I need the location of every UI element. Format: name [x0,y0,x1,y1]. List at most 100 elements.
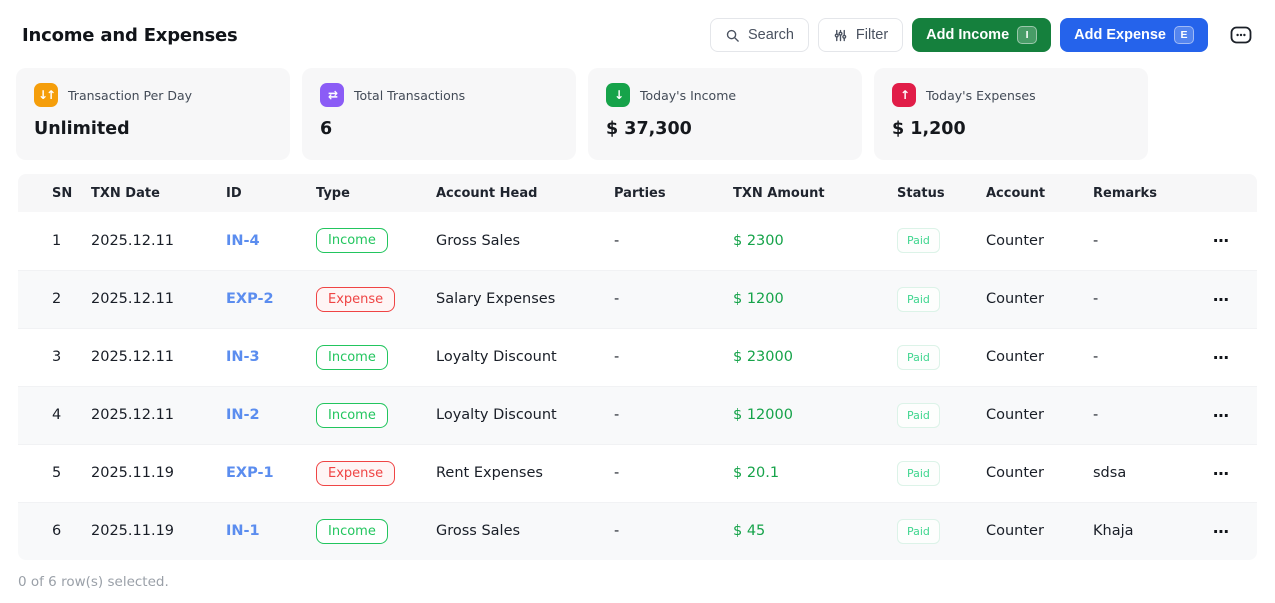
cell-remarks: sdsa [1093,465,1127,481]
cell-account-head: Gross Sales [436,523,521,540]
filter-button[interactable]: Filter [817,18,904,52]
stat-cards-row: ↓ ↑ Transaction Per Day Unlimited ⇄ Total… [16,68,1259,160]
cell-parties: - [614,232,620,249]
add-expense-button[interactable]: Add Expense E [1060,18,1208,52]
selection-status-text: 0 of 6 row(s) selected. [18,574,169,590]
row-actions-button[interactable]: ⋯ [1213,290,1230,309]
row-actions-button[interactable]: ⋯ [1213,522,1230,541]
stat-value: Unlimited [34,119,130,139]
type-badge: Income [316,344,388,370]
cell-txn-date: 2025.12.11 [91,349,175,365]
txn-id-link[interactable]: EXP-1 [226,465,274,481]
page-title: Income and Expenses [22,24,238,46]
cell-remarks: - [1093,291,1099,307]
cell-txn-amount: $ 45 [733,523,766,540]
txn-id-link[interactable]: IN-4 [226,233,260,249]
stat-card-total-transactions: ⇄ Total Transactions 6 [302,68,576,160]
table-row: 5 2025.11.19 EXP-1 Expense Rent Expenses… [18,444,1257,502]
arrow-up-icon: ↑ [892,83,916,107]
cell-txn-amount: $ 1200 [733,291,784,307]
txn-id-link[interactable]: IN-1 [226,523,260,539]
stat-label: Transaction Per Day [68,87,193,103]
table-header-row: SN TXN Date ID Type Account Head Parties… [18,174,1257,212]
cell-account-head: Gross Sales [436,232,521,249]
search-icon [725,28,740,43]
cell-txn-amount: $ 2300 [733,232,784,249]
column-header-remarks: Remarks [1093,185,1157,201]
type-badge: Expense [316,286,396,312]
cell-txn-date: 2025.11.19 [91,465,175,481]
cell-sn: 4 [52,407,62,423]
cell-remarks: - [1093,349,1099,365]
cell-remarks: - [1093,232,1099,249]
status-badge: Paid [897,460,940,486]
add-income-button-label: Add Income [926,27,1010,43]
add-expense-button-label: Add Expense [1074,27,1166,43]
cell-txn-date: 2025.12.11 [91,407,175,423]
table-row: 1 2025.12.11 IN-4 Income Gross Sales - $… [18,212,1257,270]
column-header-id: ID [226,185,242,201]
cell-account-head: Rent Expenses [436,465,543,481]
cell-account: Counter [986,523,1044,540]
row-actions-button[interactable]: ⋯ [1213,464,1230,483]
column-header-actions [1213,174,1257,212]
cell-account: Counter [986,407,1044,423]
search-button[interactable]: Search [709,18,809,52]
cell-sn: 1 [52,232,62,249]
cell-parties: - [614,349,620,365]
arrow-down-icon: ↓ [606,83,630,107]
topbar: Income and Expenses Search Filter Add In… [0,0,1275,68]
stat-label: Total Transactions [354,87,466,103]
column-header-parties: Parties [614,185,666,201]
status-badge: Paid [897,518,940,544]
add-expense-shortcut-badge: E [1174,26,1194,44]
status-badge: Paid [897,228,940,254]
type-badge: Income [316,228,388,254]
row-actions-button[interactable]: ⋯ [1213,406,1230,425]
cell-remarks: - [1093,407,1099,423]
cell-parties: - [614,523,620,540]
search-button-label: Search [747,27,794,43]
stat-value: $ 37,300 [606,119,692,139]
cell-account-head: Salary Expenses [436,291,556,307]
table-row: 6 2025.11.19 IN-1 Income Gross Sales - $… [18,502,1257,560]
column-header-txn-amount: TXN Amount [733,185,825,201]
txn-id-link[interactable]: EXP-2 [226,291,274,307]
row-actions-button[interactable]: ⋯ [1213,348,1230,367]
cell-remarks: Khaja [1093,523,1134,540]
cell-sn: 3 [52,349,62,365]
transactions-table: SN TXN Date ID Type Account Head Parties… [18,174,1257,560]
add-income-button[interactable]: Add Income I [912,18,1052,52]
stat-card-todays-income: ↓ Today's Income $ 37,300 [588,68,862,160]
filter-sliders-icon [833,28,848,43]
cell-account: Counter [986,465,1044,481]
column-header-account: Account [986,185,1046,201]
type-badge: Expense [316,460,396,486]
status-badge: Paid [897,402,940,428]
row-actions-button[interactable]: ⋯ [1213,231,1230,250]
swap-horizontal-icon: ⇄ [320,83,344,107]
stat-card-todays-expenses: ↑ Today's Expenses $ 1,200 [874,68,1148,160]
cell-sn: 6 [52,523,62,540]
cell-parties: - [614,291,620,307]
cell-account: Counter [986,232,1044,249]
type-badge: Income [316,402,388,428]
add-income-shortcut-badge: I [1017,26,1038,44]
cell-txn-amount: $ 23000 [733,349,793,365]
cell-account-head: Loyalty Discount [436,349,557,365]
table-row: 4 2025.12.11 IN-2 Income Loyalty Discoun… [18,386,1257,444]
cell-txn-amount: $ 12000 [733,407,793,423]
txn-id-link[interactable]: IN-3 [226,349,260,365]
filter-button-label: Filter [855,27,889,43]
column-header-sn: SN [52,185,73,201]
cell-parties: - [614,465,620,481]
keyboard-shortcuts-icon[interactable] [1229,24,1253,46]
status-badge: Paid [897,286,940,312]
cell-parties: - [614,407,620,423]
type-badge: Income [316,518,388,544]
stat-value: $ 1,200 [892,119,966,139]
stat-label: Today's Income [640,87,737,103]
txn-id-link[interactable]: IN-2 [226,407,260,423]
column-header-txn-date: TXN Date [91,185,160,201]
table-row: 2 2025.12.11 EXP-2 Expense Salary Expens… [18,270,1257,328]
